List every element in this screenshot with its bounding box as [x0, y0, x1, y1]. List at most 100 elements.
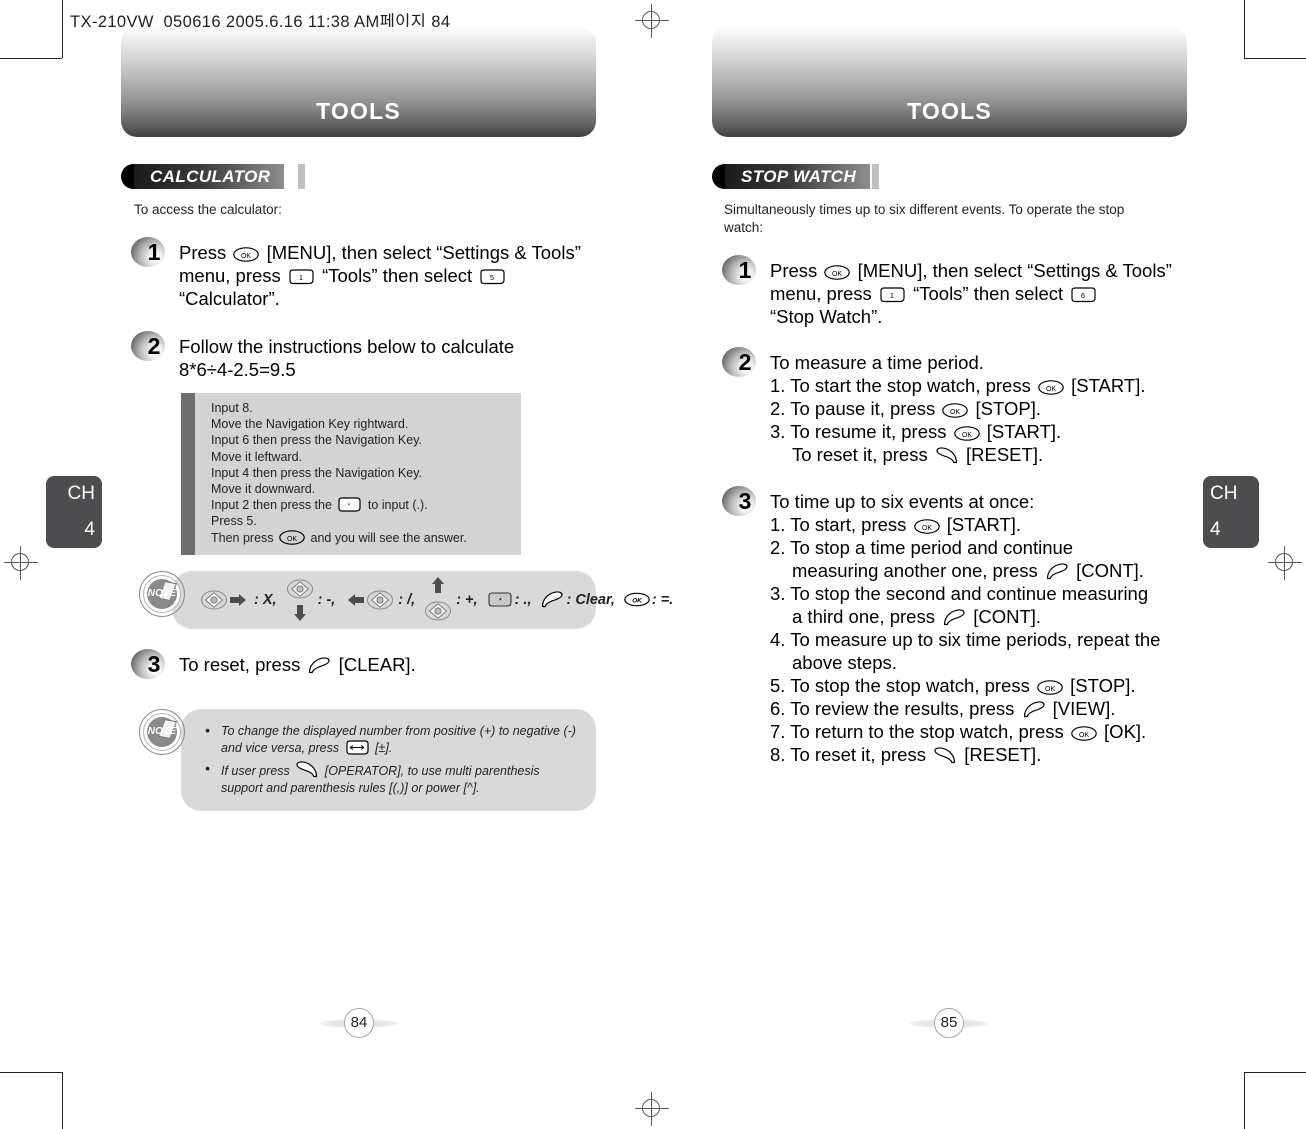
section-header-stopwatch: STOP WATCH	[712, 164, 1187, 189]
step-line: menu, press 1 “Tools” then select 6	[770, 282, 1187, 305]
chapter-tab-number: 4	[84, 519, 95, 540]
step-text: Press OK [MENU], then select “Settings &…	[179, 241, 596, 310]
step-line: menu, press 1 “Tools” then select 5	[179, 264, 596, 287]
instruction-line: Input 4 then press the Navigation Key.	[211, 465, 423, 480]
navigation-key-down-icon	[286, 575, 316, 625]
svg-text:5: 5	[490, 273, 494, 282]
chapter-tab-letters: CH	[67, 483, 95, 504]
svg-text:OK: OK	[832, 271, 842, 278]
key-legend-entry: : X,	[198, 585, 277, 615]
clear-soft-key-icon	[540, 591, 564, 608]
step-line: 5. To stop the stop watch, press OK [STO…	[770, 675, 1136, 696]
ok-key-icon: OK	[953, 426, 980, 441]
operator-soft-key-icon	[933, 747, 957, 764]
step-item: 3 To reset, press [CLEAR].	[121, 648, 596, 687]
registration-mark-left	[4, 546, 38, 580]
step-number-badge: 1	[131, 237, 171, 271]
ok-key-icon: OK	[1037, 680, 1063, 695]
ok-key-icon: OK	[624, 592, 650, 607]
step-line: “Calculator”.	[179, 288, 280, 309]
instruction-line: Then press OK and you will see the answe…	[211, 529, 467, 545]
registration-mark-top	[635, 4, 669, 38]
step-number: 3	[738, 488, 752, 514]
clear-soft-key-icon	[942, 609, 966, 626]
step-item: 1 Press OK [MENU], then select “Settings…	[712, 255, 1187, 328]
page-right: TOOLS STOP WATCH Simultaneously times up…	[712, 27, 1187, 766]
note-bullet-list: To change the displayed number from posi…	[203, 722, 578, 797]
chapter-tab-left: CH 4	[46, 476, 102, 548]
section-title-tail	[298, 164, 305, 189]
section-intro-text: To access the calculator:	[134, 202, 282, 217]
banner-title: TOOLS	[316, 98, 401, 124]
crop-mark-vertical-bottomright	[1244, 1072, 1245, 1129]
step-number-badge: 2	[131, 331, 171, 365]
step-number-badge: 3	[722, 486, 762, 520]
key-legend-label: : +,	[456, 591, 478, 608]
step-line: 2. To pause it, press OK [STOP].	[770, 398, 1041, 419]
operator-soft-key-icon	[935, 447, 959, 464]
page-number: 84	[344, 1008, 374, 1038]
key-legend-label: : Clear,	[566, 591, 615, 608]
shift-key-icon	[345, 740, 370, 755]
step-line: To measure a time period.	[770, 352, 984, 373]
crop-mark-horizontal-bottomright	[1244, 1072, 1306, 1073]
star-key-icon: *	[487, 592, 513, 607]
svg-text:OK: OK	[1045, 686, 1055, 693]
ok-key-icon: OK	[913, 519, 940, 534]
step-line: 8*6÷4-2.5=9.5	[179, 359, 296, 380]
ok-key-icon: OK	[1038, 380, 1064, 395]
note-icon: NOTE	[139, 570, 185, 617]
step-item: 2 Follow the instructions below to calcu…	[121, 331, 596, 381]
page-number-right: 85	[910, 1008, 988, 1038]
step-line: To reset it, press [RESET].	[792, 444, 1044, 465]
registration-mark-bottom	[635, 1092, 669, 1126]
note-body: : X,: -,: /,: +, *: .,: Clear, OK: =.	[172, 570, 673, 629]
registration-mark-right	[1268, 546, 1302, 580]
note-icon-label: NOTE	[147, 587, 177, 599]
step-line: 2. To stop a time period and continue	[770, 537, 1074, 558]
step-number: 1	[738, 257, 752, 283]
step-text: Follow the instructions below to calcula…	[179, 335, 596, 381]
note-bullet: If user press [OPERATOR], to use multi p…	[203, 760, 578, 797]
step-line: measuring another one, press [CONT].	[792, 560, 1144, 581]
note-block-tips: NOTE To change the displayed number from…	[139, 708, 596, 811]
crop-mark-horizontal-bottomleft	[0, 1072, 62, 1073]
ok-key-icon: OK	[233, 247, 260, 262]
key-legend-label: : =.	[651, 591, 674, 608]
step-line: above steps.	[792, 652, 897, 673]
svg-text:OK: OK	[962, 432, 972, 439]
key-legend-entry: : -,	[284, 575, 335, 625]
step-line: 8. To reset it, press [RESET].	[770, 744, 1042, 765]
crop-mark-vertical-left	[62, 0, 63, 58]
instruction-line: Input 2 then press the * to input (.).	[211, 497, 428, 513]
step-number: 2	[147, 333, 161, 359]
key-legend-entry: : +,	[422, 575, 478, 625]
key-legend-label: : .,	[514, 591, 532, 608]
step-line: 6. To review the results, press [VIEW].	[770, 698, 1116, 719]
step-line: Follow the instructions below to calcula…	[179, 336, 515, 357]
instruction-line: Move the Navigation Key rightward.	[211, 417, 409, 432]
calculator-instruction-box: Input 8. Move the Navigation Key rightwar…	[181, 393, 521, 555]
chapter-tab-letters: CH	[1210, 483, 1238, 504]
step-line: Press OK [MENU], then select “Settings &…	[179, 242, 581, 263]
star-key-icon: *	[337, 497, 362, 512]
key-1-icon: 1	[879, 287, 906, 303]
step-number-badge: 1	[722, 255, 762, 289]
step-line: 3. To resume it, press OK [START].	[770, 421, 1062, 442]
step-text: Press OK [MENU], then select “Settings &…	[770, 259, 1187, 328]
step-line: “Stop Watch”.	[770, 306, 883, 327]
crop-mark-vertical-bottomleft	[62, 1072, 63, 1129]
step-text: To time up to six events at once: 1. To s…	[770, 490, 1187, 766]
key-1-icon: 1	[288, 269, 315, 285]
step-number-badge: 2	[722, 347, 762, 381]
page-number: 85	[934, 1008, 964, 1038]
clear-soft-key-icon	[1022, 701, 1046, 718]
svg-text:OK: OK	[1046, 386, 1056, 393]
step-line: Press OK [MENU], then select “Settings &…	[770, 260, 1172, 281]
instruction-line: Press 5.	[211, 514, 257, 529]
section-header-calculator: CALCULATOR	[121, 164, 596, 189]
svg-text:OK: OK	[287, 536, 297, 543]
step-line: a third one, press [CONT].	[792, 606, 1042, 627]
instruction-line: Move it leftward.	[211, 449, 303, 464]
svg-text:OK: OK	[950, 409, 960, 416]
